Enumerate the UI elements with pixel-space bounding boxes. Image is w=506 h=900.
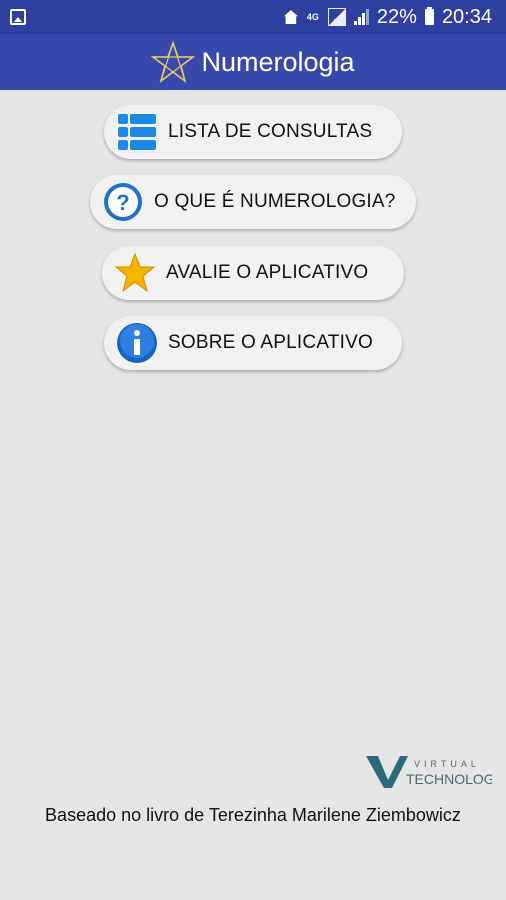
virtual-technology-logo: VIRTUAL TECHNOLOGY: [366, 750, 505, 792]
svg-text:?: ?: [116, 190, 129, 215]
image-icon: [10, 9, 26, 25]
bars-icon: [353, 9, 369, 25]
battery-icon: [424, 7, 434, 25]
clock: 20:34: [441, 5, 492, 28]
info-icon: [117, 323, 157, 363]
list-consultations-button[interactable]: LISTA DE CONSULTAS: [104, 105, 402, 159]
footer-credit: Baseado no livro de Terezinha Marilene Z…: [45, 805, 461, 825]
button-label: SOBRE O APLICATIVO: [168, 332, 373, 353]
4g-icon: 4G: [306, 11, 319, 22]
rate-app-button[interactable]: AVALIE O APLICATIVO: [102, 246, 404, 300]
app-bar: Numerologia: [0, 34, 506, 90]
what-is-numerology-button[interactable]: ? O QUE É NUMEROLOGIA?: [90, 175, 416, 229]
app-title: Numerologia: [201, 46, 355, 77]
logo-bottom-text: TECHNOLOGY: [406, 771, 492, 787]
battery-percent: 22%: [376, 5, 417, 28]
list-icon: [118, 114, 156, 150]
about-app-button[interactable]: SOBRE O APLICATIVO: [104, 316, 402, 370]
star-icon: [114, 252, 156, 293]
button-label: AVALIE O APLICATIVO: [166, 262, 369, 283]
star-icon: [151, 40, 196, 84]
button-label: O QUE É NUMEROLOGIA?: [154, 191, 396, 212]
home-icon: [283, 10, 298, 24]
button-label: LISTA DE CONSULTAS: [168, 121, 373, 142]
signal-icon: [327, 8, 346, 26]
status-bar: 4G 22% 20:34: [0, 0, 506, 34]
question-icon: ?: [104, 183, 142, 221]
logo-top-text: VIRTUAL: [414, 759, 480, 769]
